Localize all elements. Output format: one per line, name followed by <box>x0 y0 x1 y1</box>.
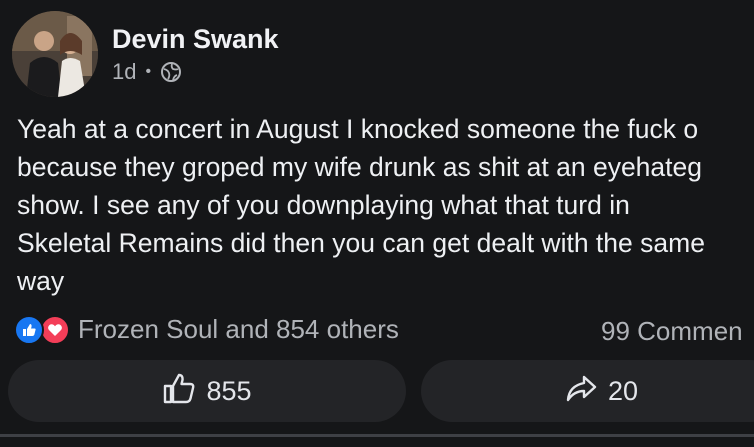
reactions-summary-text: Frozen Soul and 854 others <box>78 314 399 344</box>
comments-count-link[interactable]: 99 Commen <box>601 316 743 347</box>
like-count: 855 <box>206 375 252 406</box>
meta-separator: • <box>145 63 152 80</box>
globe-icon <box>160 61 182 83</box>
post-meta: 1d • <box>112 59 182 85</box>
post-body-text: Yeah at a concert in August I knocked so… <box>17 114 705 296</box>
author-name[interactable]: Devin Swank <box>112 24 279 55</box>
thumbs-up-icon <box>162 371 196 412</box>
reaction-icons <box>14 314 72 345</box>
post-time[interactable]: 1d <box>112 59 136 85</box>
like-button[interactable]: 855 <box>8 360 406 422</box>
share-count: 20 <box>607 375 639 406</box>
share-arrow-icon <box>564 373 598 410</box>
share-button[interactable]: 20 <box>421 360 754 422</box>
like-icon <box>14 314 44 345</box>
avatar-photo <box>12 11 98 97</box>
love-icon <box>40 314 70 345</box>
bottom-divider <box>0 434 754 437</box>
author-avatar[interactable] <box>12 11 98 97</box>
reactions-summary[interactable]: Frozen Soul and 854 others <box>14 314 399 345</box>
